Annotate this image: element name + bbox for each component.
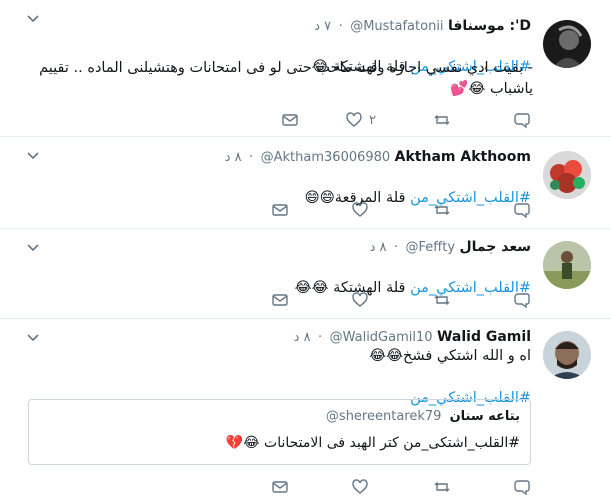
tweet[interactable]: موسنافا :'D @Mustafatonii · ٧ د #القلب_ا…: [0, 0, 611, 137]
dm-button[interactable]: [271, 200, 289, 220]
tweet[interactable]: Aktham Akthoom @Aktham36006980 · ٨ د #ال…: [0, 137, 611, 229]
direct-message-icon: [272, 294, 288, 306]
avatar[interactable]: [543, 20, 591, 68]
heart-icon: [352, 292, 368, 307]
quoted-tweet[interactable]: بتاعه سنان @shereentarek79 #القلب_اشتكى_…: [28, 399, 531, 465]
direct-message-icon: [282, 114, 298, 126]
reply-icon: [514, 480, 530, 496]
like-button[interactable]: ٢: [345, 110, 376, 130]
tweet[interactable]: سعد جمال @Feffty · ٨ د #القلب_اشتكي_من ق…: [0, 229, 611, 319]
like-button[interactable]: [351, 290, 369, 310]
avatar[interactable]: [543, 331, 591, 379]
avatar[interactable]: [543, 151, 591, 199]
retweet-icon: [434, 205, 450, 215]
timestamp[interactable]: ٨ د: [370, 240, 387, 255]
quoted-tweet-text: #القلب_اشتكى_من كتر الهبد فى الامتحانات …: [225, 435, 520, 451]
tweet[interactable]: Walid Gamil @WalidGamil10 · ٨ د اه و الل…: [0, 319, 611, 499]
dm-button[interactable]: [281, 110, 299, 130]
tweet-actions: [271, 477, 531, 497]
user-handle[interactable]: @Feffty: [406, 240, 456, 255]
chevron-down-icon[interactable]: [26, 241, 40, 255]
tweet-header: موسنافا :'D @Mustafatonii · ٧ د: [314, 16, 531, 36]
dm-button[interactable]: [271, 290, 289, 310]
display-name[interactable]: Walid Gamil: [437, 329, 531, 345]
like-button[interactable]: [351, 477, 369, 497]
chevron-down-icon[interactable]: [26, 149, 40, 163]
like-button[interactable]: [351, 200, 369, 220]
direct-message-icon: [272, 204, 288, 216]
reply-icon: [514, 113, 530, 129]
quoted-tweet-header: بتاعه سنان @shereentarek79: [39, 408, 520, 426]
like-count: ٢: [369, 112, 376, 128]
reply-button[interactable]: [513, 477, 531, 497]
heart-icon: [352, 479, 368, 494]
tweet-header: سعد جمال @Feffty · ٨ د: [370, 237, 531, 257]
reply-icon: [514, 203, 530, 219]
timestamp[interactable]: ٨ د: [294, 330, 311, 345]
retweet-button[interactable]: [433, 477, 451, 497]
tweet-actions: ٢: [271, 110, 531, 130]
user-handle[interactable]: @Aktham36006980: [261, 150, 391, 165]
display-name[interactable]: موسنافا :'D: [448, 18, 531, 34]
reply-button[interactable]: [513, 200, 531, 220]
direct-message-icon: [272, 481, 288, 493]
retweet-button[interactable]: [433, 200, 451, 220]
reply-icon: [514, 293, 530, 309]
retweet-icon: [434, 295, 450, 305]
reply-button[interactable]: [513, 290, 531, 310]
tweet-actions: [271, 200, 531, 220]
retweet-icon: [434, 115, 450, 125]
retweet-button[interactable]: [433, 290, 451, 310]
tweet-body: - بقيت ادي نفسي اجازه وقت ماحب حتى لو فى…: [39, 60, 533, 97]
quoted-user-handle: @shereentarek79: [325, 409, 442, 424]
timeline-feed: موسنافا :'D @Mustafatonii · ٧ د #القلب_ا…: [0, 0, 611, 499]
chevron-down-icon[interactable]: [26, 331, 40, 345]
dm-button[interactable]: [271, 477, 289, 497]
quoted-display-name: بتاعه سنان: [449, 409, 520, 424]
separator-dot: ·: [393, 240, 399, 255]
user-handle[interactable]: @Mustafatonii: [350, 19, 443, 34]
display-name[interactable]: سعد جمال: [459, 239, 531, 255]
reply-button[interactable]: [513, 110, 531, 130]
tweet-header: Walid Gamil @WalidGamil10 · ٨ د: [294, 327, 531, 347]
avatar[interactable]: [543, 241, 591, 289]
display-name[interactable]: Aktham Akthoom: [395, 149, 531, 165]
separator-dot: ·: [249, 150, 254, 165]
heart-icon: [352, 202, 368, 217]
retweet-icon: [434, 482, 450, 492]
tweet-text: اه و الله اشتكي فشخ😂😂: [369, 348, 531, 364]
retweet-button[interactable]: [433, 110, 451, 130]
timestamp[interactable]: ٨ د: [225, 150, 242, 165]
timestamp[interactable]: ٧ د: [314, 19, 331, 34]
tweet-header: Aktham Akthoom @Aktham36006980 · ٨ د: [225, 147, 531, 167]
tweet-actions: [271, 290, 531, 310]
heart-icon: [346, 112, 362, 127]
chevron-down-icon[interactable]: [26, 12, 40, 26]
user-handle[interactable]: @WalidGamil10: [330, 330, 433, 345]
separator-dot: ·: [338, 19, 343, 34]
separator-dot: ·: [318, 330, 323, 345]
